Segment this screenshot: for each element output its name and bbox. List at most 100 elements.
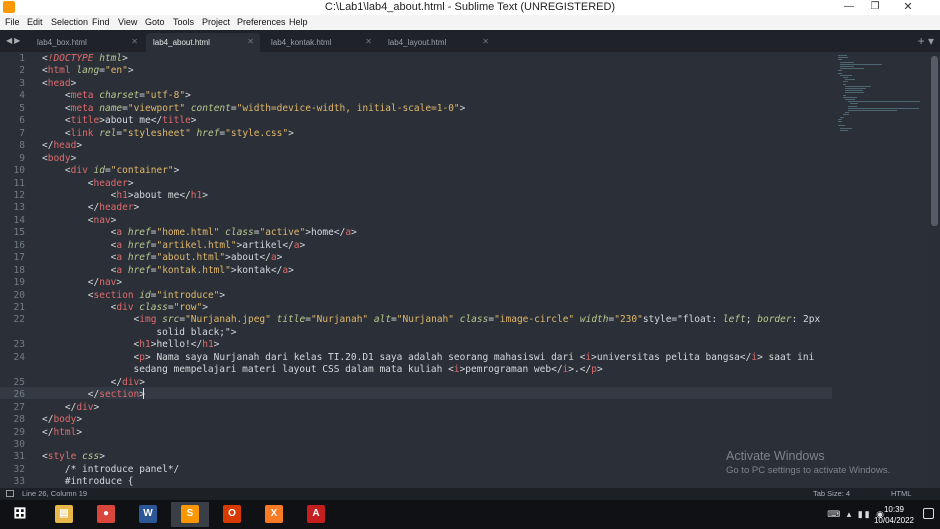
clock[interactable]: 10:39 10/04/2022 [874, 504, 914, 526]
line-number: 6 [19, 115, 25, 127]
line-number: 1 [19, 53, 25, 64]
line-number: 17 [13, 252, 25, 264]
code-line: <a href="about.html">about</a> [110, 252, 283, 264]
line-number: 21 [13, 302, 25, 313]
office-icon: O [223, 505, 241, 523]
close-button[interactable]: ✕ [890, 0, 926, 15]
minimap-line [847, 105, 857, 107]
tab-label: lab4_about.html [153, 38, 210, 47]
clock-date: 10/04/2022 [873, 516, 914, 525]
clock-time: 10:39 [883, 505, 904, 514]
taskbar-app[interactable]: ⊞ [1, 502, 39, 527]
menu-edit[interactable]: Edit [27, 17, 43, 27]
code-editor[interactable]: <!DOCTYPE html> <html lang="en"> <head> <m… [42, 52, 832, 488]
taskbar-app[interactable]: W [129, 502, 167, 527]
menu-selection[interactable]: Selection [51, 17, 88, 27]
line-number: 32 [13, 463, 25, 475]
panel-toggle-icon[interactable] [6, 490, 14, 497]
taskbar-app[interactable]: S [171, 502, 209, 527]
title-bar: C:\Lab1\lab4_about.html - Sublime Text (… [0, 0, 940, 15]
minimap-line [842, 77, 848, 78]
tab-close-icon[interactable]: ✕ [482, 37, 489, 46]
taskbar: ⊞ ▤ ● W S O X A ⌨ ▴ ▮▮ ◉ 10:39 10/04/2022 [0, 500, 940, 529]
code-line: </head> [42, 140, 83, 152]
code-line: <h1>about me</h1> [110, 189, 208, 201]
taskbar-app[interactable]: A [297, 502, 335, 527]
activate-windows-watermark: Activate Windows Go to PC settings to ac… [726, 449, 890, 476]
menu-preferences[interactable]: Preferences [237, 17, 286, 27]
taskbar-app[interactable]: X [255, 502, 293, 527]
menu-tools[interactable]: Tools [173, 17, 194, 27]
tab-close-icon[interactable]: ✕ [247, 37, 254, 46]
minimap-line [842, 83, 846, 85]
code-line: </nav> [87, 277, 123, 289]
minimap-line [838, 125, 845, 127]
chrome-icon: ● [97, 505, 115, 523]
new-tab-icon[interactable]: + ▾ [918, 34, 934, 48]
code-line: /* introduce panel*/ [42, 463, 180, 475]
horizontal-scrollbar[interactable] [0, 480, 929, 488]
vertical-scrollbar-thumb[interactable] [931, 56, 938, 226]
watermark-subtitle: Go to PC settings to activate Windows. [726, 465, 891, 476]
windows-start-icon: ⊞ [13, 505, 27, 522]
tab-lab4-kontak[interactable]: lab4_kontak.html ✕ [264, 33, 378, 52]
code-line: <img src="Nurjanah.jpeg" title="Nurjanah… [133, 314, 821, 326]
line-number: 26 [13, 389, 25, 401]
minimap-line [845, 99, 856, 100]
line-number-gutter: 1 2 3 4 5 6 7 8 9 10 11 12 13 14 15 16 17 18 19 20 21 22 23 24 2… [0, 52, 34, 488]
minimap-line [840, 127, 853, 129]
tab-lab4-layout[interactable]: lab4_layout.html ✕ [381, 33, 495, 52]
minimap-line [850, 103, 859, 105]
menu-find[interactable]: Find [92, 17, 110, 27]
minimap-line [847, 110, 897, 111]
code-line: <a href="kontak.html">kontak</a> [110, 264, 294, 276]
tab-close-icon[interactable]: ✕ [365, 37, 372, 46]
menu-view[interactable]: View [118, 17, 137, 27]
taskbar-app[interactable]: ● [87, 502, 125, 527]
minimap-line [838, 70, 843, 72]
tab-close-icon[interactable]: ✕ [131, 37, 138, 46]
minimap-line [840, 129, 848, 131]
code-line: <!DOCTYPE html> [42, 53, 128, 64]
minimap-line [842, 81, 849, 83]
minimap-line [840, 68, 865, 70]
tab-lab4-box[interactable]: lab4_box.html ✕ [30, 33, 144, 52]
line-number: 23 [13, 339, 25, 351]
line-number: 8 [19, 140, 25, 152]
tab-nav-arrows-icon[interactable]: ◀▶ [6, 36, 22, 45]
line-number: 7 [19, 127, 25, 139]
minimap-line [847, 107, 919, 109]
notification-icon[interactable] [923, 508, 934, 519]
line-number: 25 [13, 376, 25, 388]
file-explorer-icon: ▤ [55, 505, 73, 523]
minimap-line [840, 74, 853, 76]
line-number: 19 [13, 277, 25, 289]
taskbar-app[interactable]: O [213, 502, 251, 527]
tab-size[interactable]: Tab Size: 4 [813, 489, 850, 498]
minimap-line [847, 101, 920, 103]
minimap-line [838, 118, 843, 120]
code-line: <link rel="stylesheet" href="style.css"> [64, 127, 294, 139]
restore-button[interactable]: ❐ [862, 0, 888, 15]
menu-help[interactable]: Help [289, 17, 308, 27]
menu-goto[interactable]: Goto [145, 17, 165, 27]
tab-label: lab4_box.html [37, 38, 87, 47]
line-number: 4 [19, 90, 25, 102]
menu-file[interactable]: File [5, 17, 20, 27]
code-line: <a href="artikel.html">artikel</a> [110, 239, 306, 251]
code-line: </header> [87, 202, 140, 214]
menu-project[interactable]: Project [202, 17, 230, 27]
syntax-mode[interactable]: HTML [891, 489, 911, 498]
taskbar-app[interactable]: ▤ [45, 502, 83, 527]
minimize-button[interactable]: — [836, 0, 862, 15]
line-number: 31 [13, 451, 25, 463]
code-line: <header> [87, 177, 134, 189]
minimap[interactable] [838, 52, 928, 488]
minimap-line [845, 90, 864, 92]
tab-lab4-about[interactable]: lab4_about.html ✕ [146, 33, 260, 52]
cursor-position[interactable]: Line 26, Column 19 [22, 489, 87, 498]
minimap-line [845, 88, 866, 89]
line-number: 20 [13, 289, 25, 301]
code-line: <section id="introduce"> [87, 289, 226, 301]
line-number: 2 [19, 65, 25, 77]
